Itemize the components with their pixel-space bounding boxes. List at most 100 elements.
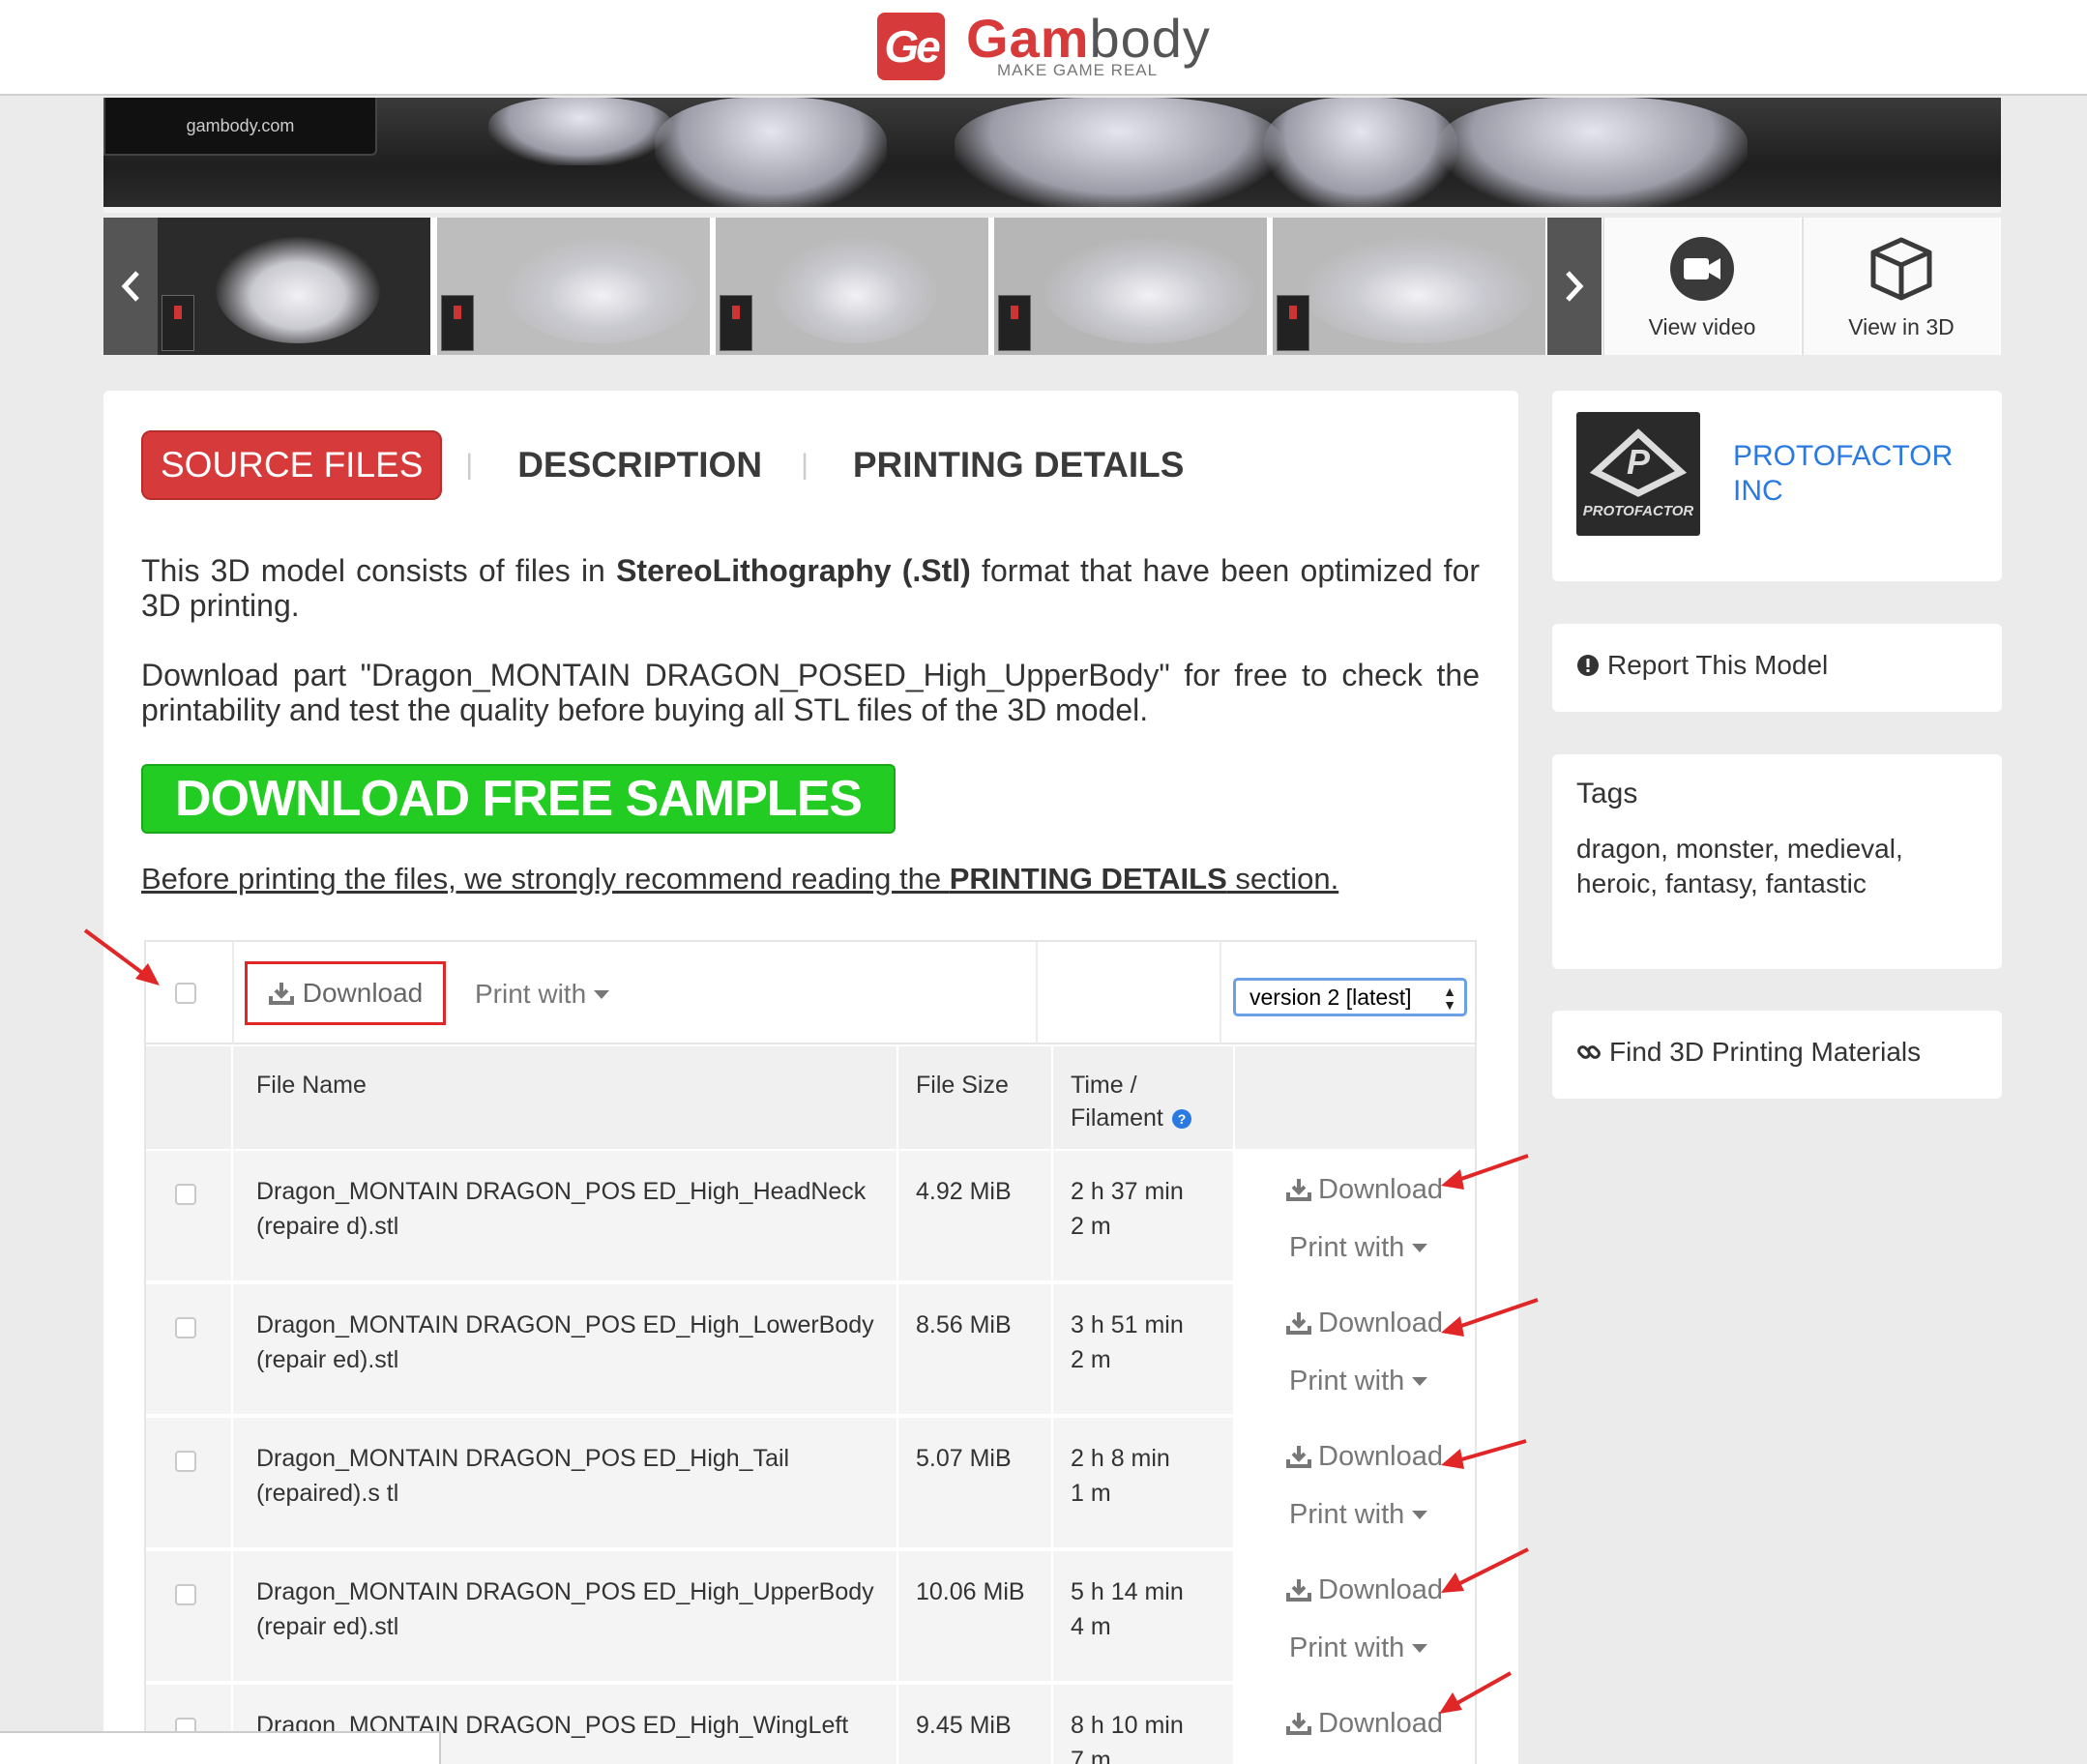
video-camera-icon bbox=[1670, 237, 1734, 301]
model-details-panel: SOURCE FILES | DESCRIPTION | PRINTING DE… bbox=[103, 391, 1518, 1764]
author-name-link[interactable]: PROTOFACTOR INC bbox=[1733, 439, 1953, 509]
svg-text:P: P bbox=[1627, 442, 1651, 482]
row-download-label: Download bbox=[1318, 1574, 1443, 1605]
file-name: Dragon_MONTAIN DRAGON_POS ED_High_UpperB… bbox=[256, 1578, 874, 1605]
row-download-button[interactable]: Download bbox=[1285, 1706, 1443, 1741]
author-name-line: PROTOFACTOR bbox=[1733, 440, 1954, 472]
chevron-right-icon bbox=[1566, 271, 1584, 302]
row-checkbox[interactable] bbox=[175, 1451, 196, 1472]
file-size: 9.45 MiB bbox=[916, 1712, 1012, 1739]
bulk-print-with-dropdown[interactable]: Print with bbox=[475, 979, 610, 1010]
cube-icon bbox=[1870, 237, 1932, 301]
tags-list[interactable]: heroic, fantasy, fantastic bbox=[1576, 868, 1867, 899]
report-model-label: Report This Model bbox=[1607, 650, 1829, 680]
file-name-continued: (repaired).s tl bbox=[256, 1480, 399, 1507]
download-icon bbox=[1286, 1179, 1311, 1201]
gallery-thumbnail[interactable] bbox=[994, 218, 1267, 355]
find-materials-card[interactable]: Find 3D Printing Materials bbox=[1552, 1011, 2002, 1099]
dragon-claw-image bbox=[655, 98, 887, 211]
intro-paragraph: This 3D model consists of files in Stere… bbox=[141, 553, 1480, 623]
download-free-samples-button[interactable]: DOWNLOAD FREE SAMPLES bbox=[141, 764, 896, 834]
header-file-size: File Size bbox=[898, 1046, 1051, 1149]
caret-down-icon bbox=[1412, 1510, 1428, 1519]
table-row: Dragon_MONTAIN DRAGON_POS ED_High_HeadNe… bbox=[146, 1151, 1475, 1280]
report-model-card[interactable]: Report This Model bbox=[1552, 624, 2002, 712]
row-checkbox[interactable] bbox=[175, 1317, 196, 1338]
caret-down-icon bbox=[594, 989, 610, 999]
row-print-with-dropdown[interactable]: Print with bbox=[1289, 1497, 1428, 1532]
view-in-3d-label: View in 3D bbox=[1848, 314, 1955, 339]
file-size-cell: 5.07 MiB bbox=[898, 1418, 1051, 1547]
filament-length: 7 m bbox=[1071, 1747, 1111, 1764]
gallery-thumbnail[interactable] bbox=[158, 218, 430, 355]
row-download-button[interactable]: Download bbox=[1285, 1172, 1443, 1207]
tab-source-files[interactable]: SOURCE FILES bbox=[141, 430, 443, 500]
file-name-continued: (repair ed).stl bbox=[256, 1346, 399, 1373]
row-download-button[interactable]: Download bbox=[1285, 1573, 1443, 1607]
row-select-cell bbox=[146, 1284, 231, 1414]
logo-badge: Ge bbox=[877, 13, 945, 80]
file-name-cell: Dragon_MONTAIN DRAGON_POS ED_High_UpperB… bbox=[233, 1551, 897, 1681]
author-card: P PROTOFACTOR PROTOFACTOR INC bbox=[1552, 391, 2002, 581]
actions-cell: Download Print with bbox=[1235, 1151, 1475, 1280]
view-video-button[interactable]: View video bbox=[1602, 218, 1800, 355]
print-with-label: Print with bbox=[475, 979, 587, 1009]
header-filament-label: Filament bbox=[1071, 1104, 1163, 1132]
gallery-thumbnail[interactable] bbox=[437, 218, 710, 355]
row-checkbox[interactable] bbox=[175, 1184, 196, 1205]
filament-length: 4 m bbox=[1071, 1613, 1111, 1640]
find-materials-link[interactable]: Find 3D Printing Materials bbox=[1576, 1037, 1921, 1068]
row-select-cell bbox=[146, 1551, 231, 1681]
tab-separator: | bbox=[465, 449, 474, 481]
gallery-thumbnail[interactable] bbox=[1273, 218, 1545, 355]
report-model-link[interactable]: Report This Model bbox=[1576, 650, 1828, 681]
hero-image: gambody.com bbox=[103, 98, 2001, 211]
row-print-with-label: Print with bbox=[1289, 1632, 1405, 1663]
bottom-overlay-panel bbox=[0, 1731, 441, 1764]
time-filament-cell: 2 h 8 min 1 m bbox=[1053, 1418, 1233, 1547]
dragon-claw-image bbox=[1438, 98, 1748, 211]
header-time-filament: Time / Filament ? bbox=[1053, 1046, 1233, 1149]
gallery-prev-button[interactable] bbox=[103, 218, 158, 355]
bulk-download-button[interactable]: Download bbox=[245, 961, 446, 1025]
hero-divider bbox=[103, 207, 2001, 213]
actions-cell: Download bbox=[1235, 1685, 1475, 1764]
row-print-with-dropdown[interactable]: Print with bbox=[1289, 1631, 1428, 1665]
file-table: Download Print with version 2 [latest] ▲… bbox=[144, 940, 1477, 1764]
find-materials-label: Find 3D Printing Materials bbox=[1609, 1037, 1922, 1067]
view-in-3d-button[interactable]: View in 3D bbox=[1802, 218, 1999, 355]
header-filament: Filament ? bbox=[1071, 1104, 1192, 1132]
row-print-with-dropdown[interactable]: Print with bbox=[1289, 1230, 1428, 1265]
file-name-continued: (repair ed).stl bbox=[256, 1613, 399, 1640]
header-file-size-label: File Size bbox=[916, 1072, 1009, 1099]
gallery-next-button[interactable] bbox=[1547, 218, 1602, 355]
print-time: 5 h 14 min bbox=[1071, 1578, 1184, 1605]
bulk-download-label: Download bbox=[302, 978, 424, 1008]
row-print-with-label: Print with bbox=[1289, 1366, 1405, 1396]
tab-description[interactable]: DESCRIPTION bbox=[517, 445, 762, 485]
tags-list[interactable]: dragon, monster, medieval, bbox=[1576, 834, 1903, 865]
row-download-button[interactable]: Download bbox=[1285, 1439, 1443, 1474]
gallery-thumbnail[interactable] bbox=[716, 218, 988, 355]
file-size-cell: 10.06 MiB bbox=[898, 1551, 1051, 1681]
print-time: 8 h 10 min bbox=[1071, 1712, 1184, 1739]
version-select[interactable]: version 2 [latest] ▲ ▼ bbox=[1233, 978, 1467, 1016]
printing-details-notice[interactable]: Before printing the files, we strongly r… bbox=[141, 862, 1338, 897]
row-checkbox[interactable] bbox=[175, 1584, 196, 1605]
row-download-button[interactable]: Download bbox=[1285, 1306, 1443, 1340]
row-print-with-dropdown[interactable]: Print with bbox=[1289, 1364, 1428, 1398]
file-name-cell: Dragon_MONTAIN DRAGON_POS ED_High_LowerB… bbox=[233, 1284, 897, 1414]
filament-length: 2 m bbox=[1071, 1213, 1111, 1240]
free-sample-paragraph: Download part "Dragon_MONTAIN DRAGON_POS… bbox=[141, 658, 1480, 727]
file-toolbar: Download Print with version 2 [latest] ▲… bbox=[146, 942, 1475, 1044]
author-logo[interactable]: P PROTOFACTOR bbox=[1576, 412, 1700, 536]
select-all-checkbox[interactable] bbox=[175, 983, 196, 1004]
help-icon[interactable]: ? bbox=[1171, 1108, 1192, 1130]
file-size-cell: 4.92 MiB bbox=[898, 1151, 1051, 1280]
select-arrows-icon: ▲ ▼ bbox=[1443, 984, 1456, 1013]
header-file-name: File Name bbox=[233, 1046, 897, 1149]
gambody-logo[interactable]: Ge Gambody MAKE GAME REAL bbox=[877, 8, 1210, 85]
tab-printing-details[interactable]: PRINTING DETAILS bbox=[853, 445, 1185, 485]
row-select-cell bbox=[146, 1418, 231, 1547]
notice-text: Before printing the files, we strongly r… bbox=[141, 862, 950, 896]
